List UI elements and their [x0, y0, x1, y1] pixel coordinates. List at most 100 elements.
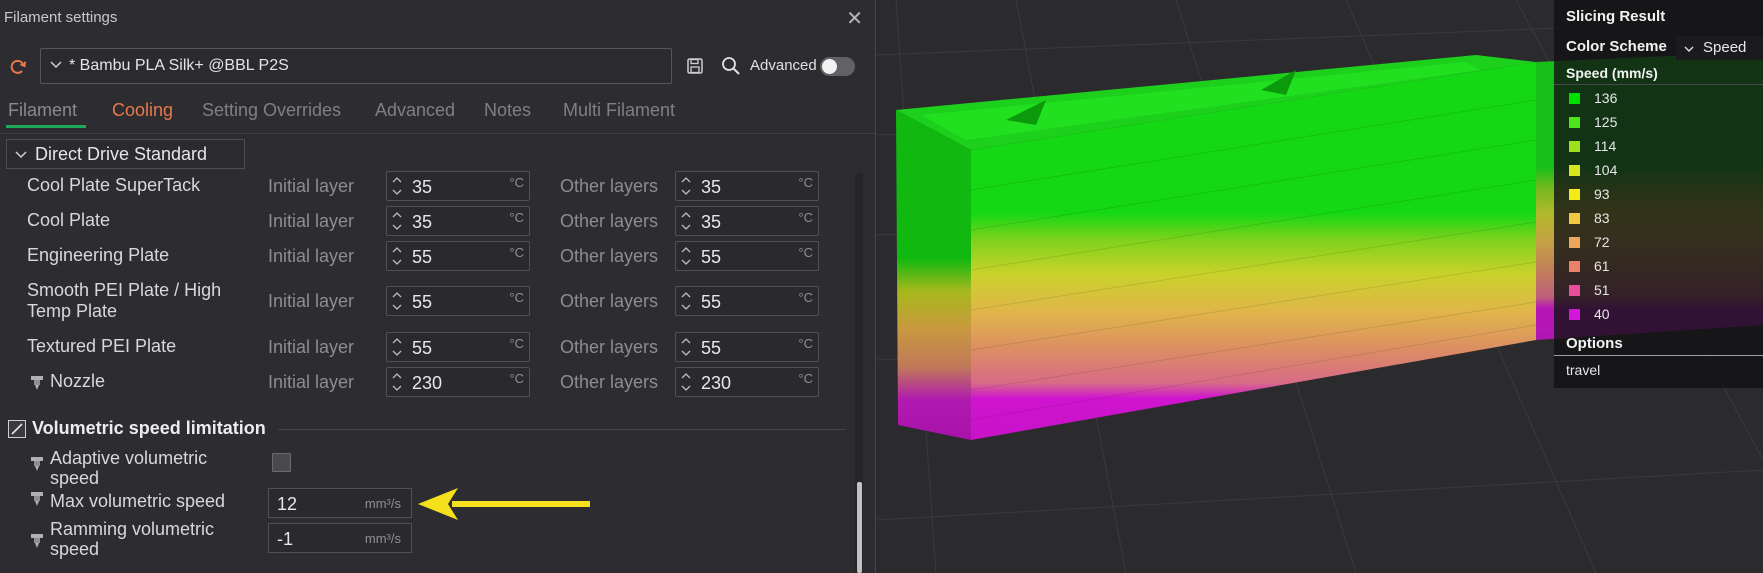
initial-layer-temp-input[interactable]: 55 °C — [386, 241, 530, 271]
spin-arrows-icon[interactable] — [680, 245, 692, 272]
color-scheme-value: Speed — [1703, 39, 1747, 56]
title-bar: Filament settings ✕ — [0, 0, 875, 36]
legend-swatch — [1569, 165, 1580, 176]
spin-arrows-icon[interactable] — [680, 371, 692, 398]
nozzle-icon — [30, 491, 44, 512]
initial-layer-temp-input[interactable]: 35 °C — [386, 206, 530, 236]
ramming-volumetric-input[interactable]: -1 mm³/s — [268, 523, 412, 553]
temp-row-nozzle: Nozzle Initial layer 230 °C Other layers… — [0, 367, 840, 397]
spin-arrows-icon[interactable] — [680, 290, 692, 317]
legend-item: 114 — [1566, 137, 1746, 157]
legend-value: 72 — [1594, 234, 1610, 250]
initial-layer-temp-input[interactable]: 55 °C — [386, 286, 530, 316]
tab-bar: Filament Cooling Setting Overrides Advan… — [0, 98, 875, 128]
dialog-title: Filament settings — [4, 9, 118, 26]
legend-swatch — [1569, 237, 1580, 248]
color-scheme-label: Color Scheme — [1566, 38, 1667, 55]
other-layers-temp-input[interactable]: 35 °C — [675, 171, 819, 201]
plate-label: Cool Plate — [27, 210, 111, 230]
temp-unit: °C — [798, 336, 813, 351]
tab-setting-overrides[interactable]: Setting Overrides — [202, 100, 341, 121]
other-layers-label: Other layers — [560, 211, 659, 231]
legend-item: 136 — [1566, 89, 1746, 109]
legend-swatch — [1569, 141, 1580, 152]
preset-row: * Bambu PLA Silk+ @BBL P2S Advanced — [0, 48, 875, 86]
initial-layer-temp-input[interactable]: 55 °C — [386, 332, 530, 362]
legend-swatch — [1569, 189, 1580, 200]
preset-select[interactable]: * Bambu PLA Silk+ @BBL P2S — [40, 48, 672, 84]
other-layers-temp-input[interactable]: 55 °C — [675, 286, 819, 316]
temp-unit: °C — [509, 175, 524, 190]
spin-arrows-icon[interactable] — [680, 336, 692, 363]
nozzle-label: Nozzle — [50, 371, 106, 391]
legend-item: 40 — [1566, 305, 1746, 325]
temp-row-cool-plate: Cool Plate Initial layer 35 °C Other lay… — [0, 206, 840, 236]
legend-value: 51 — [1594, 282, 1610, 298]
spin-arrows-icon[interactable] — [680, 175, 692, 202]
temp-value: 55 — [701, 338, 722, 358]
temp-unit: °C — [798, 290, 813, 305]
temp-value: 55 — [412, 338, 433, 358]
legend-value: 93 — [1594, 186, 1610, 202]
spin-arrows-icon[interactable] — [391, 336, 403, 363]
divider — [1554, 355, 1763, 356]
temp-value: 55 — [412, 247, 433, 267]
other-layers-temp-input[interactable]: 55 °C — [675, 241, 819, 271]
other-layers-label: Other layers — [560, 246, 659, 266]
legend-value: 40 — [1594, 306, 1610, 322]
plate-label: Cool Plate SuperTack — [27, 175, 201, 195]
volumetric-section-title: Volumetric speed limitation — [32, 418, 266, 438]
spin-arrows-icon[interactable] — [391, 290, 403, 317]
advanced-label: Advanced — [750, 57, 817, 74]
spin-arrows-icon[interactable] — [680, 210, 692, 237]
initial-layer-temp-input[interactable]: 230 °C — [386, 367, 530, 397]
volumetric-section-header: Volumetric speed limitation — [6, 418, 846, 442]
temp-unit: °C — [509, 245, 524, 260]
travel-option[interactable]: travel — [1566, 362, 1600, 378]
extruder-variant-label: Direct Drive Standard — [35, 144, 208, 164]
legend-item: 83 — [1566, 209, 1746, 229]
other-layers-temp-input[interactable]: 55 °C — [675, 332, 819, 362]
temp-value: 35 — [412, 212, 433, 232]
tab-multi-filament[interactable]: Multi Filament — [563, 100, 675, 121]
spin-arrows-icon[interactable] — [391, 210, 403, 237]
search-icon[interactable] — [721, 56, 741, 81]
toggle-knob — [822, 59, 837, 74]
temp-value: 35 — [701, 212, 722, 232]
tab-advanced[interactable]: Advanced — [375, 100, 455, 121]
close-icon[interactable]: ✕ — [846, 6, 863, 31]
spin-arrows-icon[interactable] — [391, 245, 403, 272]
temp-unit: °C — [509, 336, 524, 351]
adaptive-volumetric-checkbox[interactable] — [272, 453, 291, 472]
legend-swatch — [1569, 213, 1580, 224]
save-icon[interactable] — [686, 57, 704, 80]
nozzle-icon — [30, 456, 44, 477]
temp-unit: °C — [509, 290, 524, 305]
other-layers-temp-input[interactable]: 230 °C — [675, 367, 819, 397]
3d-preview-viewport[interactable]: Slicing Result Color Scheme Speed Speed … — [876, 0, 1763, 573]
tab-filament[interactable]: Filament — [8, 100, 77, 121]
tab-notes[interactable]: Notes — [484, 100, 531, 121]
initial-layer-temp-input[interactable]: 35 °C — [386, 171, 530, 201]
tab-cooling[interactable]: Cooling — [112, 100, 173, 121]
temp-row-smooth-pei-plate: Smooth PEI Plate / High Temp Plate Initi… — [0, 280, 840, 321]
max-volumetric-input[interactable]: 12 mm³/s — [268, 488, 412, 518]
reset-icon[interactable] — [8, 57, 28, 82]
temp-value: 55 — [701, 292, 722, 312]
legend-value: 104 — [1594, 162, 1618, 178]
color-scheme-select[interactable]: Speed — [1676, 36, 1763, 60]
temp-unit: °C — [798, 245, 813, 260]
legend-value: 136 — [1594, 90, 1618, 106]
extruder-variant-select[interactable]: Direct Drive Standard — [6, 139, 245, 169]
spin-arrows-icon[interactable] — [391, 175, 403, 202]
chevron-down-icon — [1683, 42, 1695, 60]
other-layers-temp-input[interactable]: 35 °C — [675, 206, 819, 236]
advanced-toggle[interactable] — [820, 57, 855, 76]
spin-arrows-icon[interactable] — [391, 371, 403, 398]
initial-layer-label: Initial layer — [268, 291, 355, 311]
scrollbar-thumb[interactable] — [857, 482, 862, 573]
legend-swatch — [1569, 117, 1580, 128]
plate-label: Engineering Plate — [27, 245, 170, 265]
legend-value: 125 — [1594, 114, 1618, 130]
annotation-arrow — [418, 488, 590, 520]
